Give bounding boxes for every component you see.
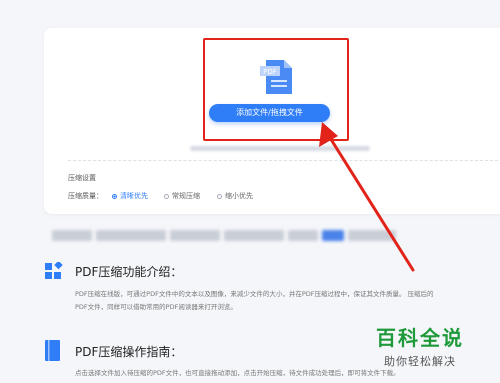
watermark-title: 百科全说 [376, 326, 464, 350]
watermark-subtitle: 助你轻松解决 [384, 355, 456, 368]
